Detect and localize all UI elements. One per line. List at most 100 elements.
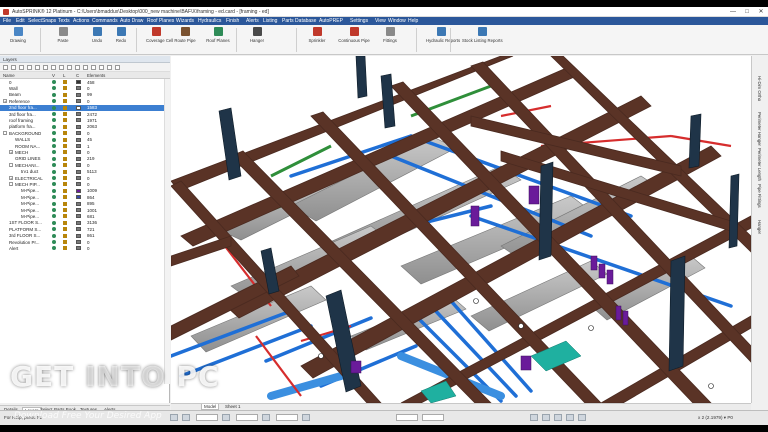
visibility-toggle-icon[interactable] xyxy=(35,65,40,70)
lock-icon[interactable] xyxy=(63,86,67,91)
layer-color-swatch[interactable] xyxy=(76,137,81,142)
lock-icon[interactable] xyxy=(63,169,67,174)
sprinkler-button[interactable]: Sprinkler xyxy=(304,27,330,53)
menu-edit[interactable]: Edit xyxy=(16,18,25,24)
lock-icon[interactable] xyxy=(63,124,67,129)
layer-color-swatch[interactable] xyxy=(76,227,81,232)
visibility-eye-icon[interactable] xyxy=(52,144,56,148)
lock-icon[interactable] xyxy=(63,150,67,155)
close-button[interactable]: ✕ xyxy=(754,7,768,17)
menu-autoprep[interactable]: AutoPREP xyxy=(319,18,343,24)
layer-color-swatch[interactable] xyxy=(76,163,81,168)
layer-color-swatch[interactable] xyxy=(76,195,81,200)
visibility-eye-icon[interactable] xyxy=(52,99,56,104)
drawing-button[interactable]: Drawing xyxy=(6,27,30,53)
visibility-eye-icon[interactable] xyxy=(52,80,56,84)
layer-state-icon[interactable] xyxy=(262,414,270,421)
lock-icon[interactable] xyxy=(63,176,67,180)
lock-icon[interactable] xyxy=(63,201,67,206)
lighting-icon[interactable] xyxy=(554,414,562,421)
color-toggle-icon[interactable] xyxy=(51,65,56,70)
hanger-button[interactable]: Hanger xyxy=(244,27,270,53)
visibility-eye-icon[interactable] xyxy=(52,150,56,155)
layer-color-swatch[interactable] xyxy=(76,176,81,180)
menu-hydraulics[interactable]: Hydraulics xyxy=(198,18,221,24)
layer-color-swatch[interactable] xyxy=(76,246,81,251)
menu-settings[interactable]: Settings xyxy=(350,18,368,24)
elevation-field[interactable] xyxy=(196,414,218,421)
lock-icon[interactable] xyxy=(63,163,67,168)
filter-icon[interactable] xyxy=(27,65,32,70)
angle-field[interactable] xyxy=(236,414,258,421)
minimize-button[interactable]: — xyxy=(726,7,740,17)
lock-icon[interactable] xyxy=(63,220,67,225)
menu-view[interactable]: View xyxy=(375,18,386,24)
model-viewport[interactable] xyxy=(171,56,751,403)
undo-button[interactable]: Undo xyxy=(88,27,106,53)
layer-color-swatch[interactable] xyxy=(76,214,81,219)
menu-parts-database[interactable]: Parts Database xyxy=(282,18,316,24)
visibility-eye-icon[interactable] xyxy=(52,137,56,142)
redo-button[interactable]: Redo xyxy=(112,27,130,53)
visibility-eye-icon[interactable] xyxy=(52,163,56,168)
visibility-eye-icon[interactable] xyxy=(52,176,56,180)
layer-color-swatch[interactable] xyxy=(76,86,81,91)
layer-color-swatch[interactable] xyxy=(76,182,81,187)
palette-perimeter-length[interactable]: Perimeter Length xyxy=(757,148,762,181)
expand-all-icon[interactable] xyxy=(99,65,104,70)
menu-roof-planes[interactable]: Roof Planes xyxy=(147,18,174,24)
expand-toggle[interactable]: - xyxy=(9,182,13,187)
layer-color-swatch[interactable] xyxy=(76,201,81,206)
menu-snaps[interactable]: Snaps xyxy=(42,18,56,24)
layer-color-swatch[interactable] xyxy=(76,80,81,84)
visibility-eye-icon[interactable] xyxy=(52,208,56,212)
layer-color-swatch[interactable] xyxy=(76,188,81,193)
layer-color-swatch[interactable] xyxy=(76,150,81,155)
lock-icon[interactable] xyxy=(63,208,67,212)
layer-row[interactable]: Alert 0 xyxy=(0,245,170,251)
menu-actions[interactable]: Actions xyxy=(73,18,89,24)
lock-icon[interactable] xyxy=(63,131,67,136)
continuous-pipe-button[interactable]: Continuous Pipe xyxy=(338,27,370,53)
expand-toggle[interactable]: - xyxy=(3,131,7,136)
layer-color-swatch[interactable] xyxy=(76,233,81,238)
visibility-eye-icon[interactable] xyxy=(52,214,56,219)
menu-window[interactable]: Window xyxy=(388,18,406,24)
lock-icon[interactable] xyxy=(63,156,67,161)
render-mode-icon[interactable] xyxy=(530,414,538,421)
tab-sheet-1[interactable]: Sheet 1 xyxy=(223,404,243,409)
roof-planes-button[interactable]: Roof Planes xyxy=(204,27,232,53)
layer-color-swatch[interactable] xyxy=(76,220,81,225)
lock-icon[interactable] xyxy=(63,195,67,200)
hydraulic-reports-button[interactable]: Hydraulic Reports xyxy=(426,27,460,53)
lock-icon[interactable] xyxy=(63,99,67,104)
scale-field[interactable] xyxy=(276,414,298,421)
visibility-eye-icon[interactable] xyxy=(52,182,56,187)
visibility-eye-icon[interactable] xyxy=(52,124,56,129)
visibility-eye-icon[interactable] xyxy=(52,112,56,116)
collapse-all-icon[interactable] xyxy=(107,65,112,70)
visibility-eye-icon[interactable] xyxy=(52,246,56,251)
move-down-icon[interactable] xyxy=(75,65,80,70)
lock-icon[interactable] xyxy=(63,227,67,232)
visibility-eye-icon[interactable] xyxy=(52,156,56,161)
maximize-button[interactable]: □ xyxy=(740,7,754,17)
lock-icon[interactable] xyxy=(63,80,67,84)
expand-toggle[interactable]: - xyxy=(9,163,13,168)
column-color[interactable]: C xyxy=(76,73,79,78)
layer-color-swatch[interactable] xyxy=(76,105,81,110)
layer-color-swatch[interactable] xyxy=(76,92,81,97)
visibility-eye-icon[interactable] xyxy=(52,118,56,123)
group-icon[interactable] xyxy=(83,65,88,70)
visibility-eye-icon[interactable] xyxy=(52,240,56,244)
layer-color-swatch[interactable] xyxy=(76,156,81,161)
ungroup-icon[interactable] xyxy=(91,65,96,70)
visibility-eye-icon[interactable] xyxy=(52,195,56,200)
layers-scrollbar[interactable] xyxy=(164,79,170,384)
menu-commands[interactable]: Commands xyxy=(92,18,118,24)
lock-icon[interactable] xyxy=(63,240,67,244)
column-name[interactable]: Name xyxy=(3,73,15,78)
snap-icon[interactable] xyxy=(170,414,178,421)
delete-layer-icon[interactable] xyxy=(11,65,16,70)
lock-icon[interactable] xyxy=(63,144,67,148)
